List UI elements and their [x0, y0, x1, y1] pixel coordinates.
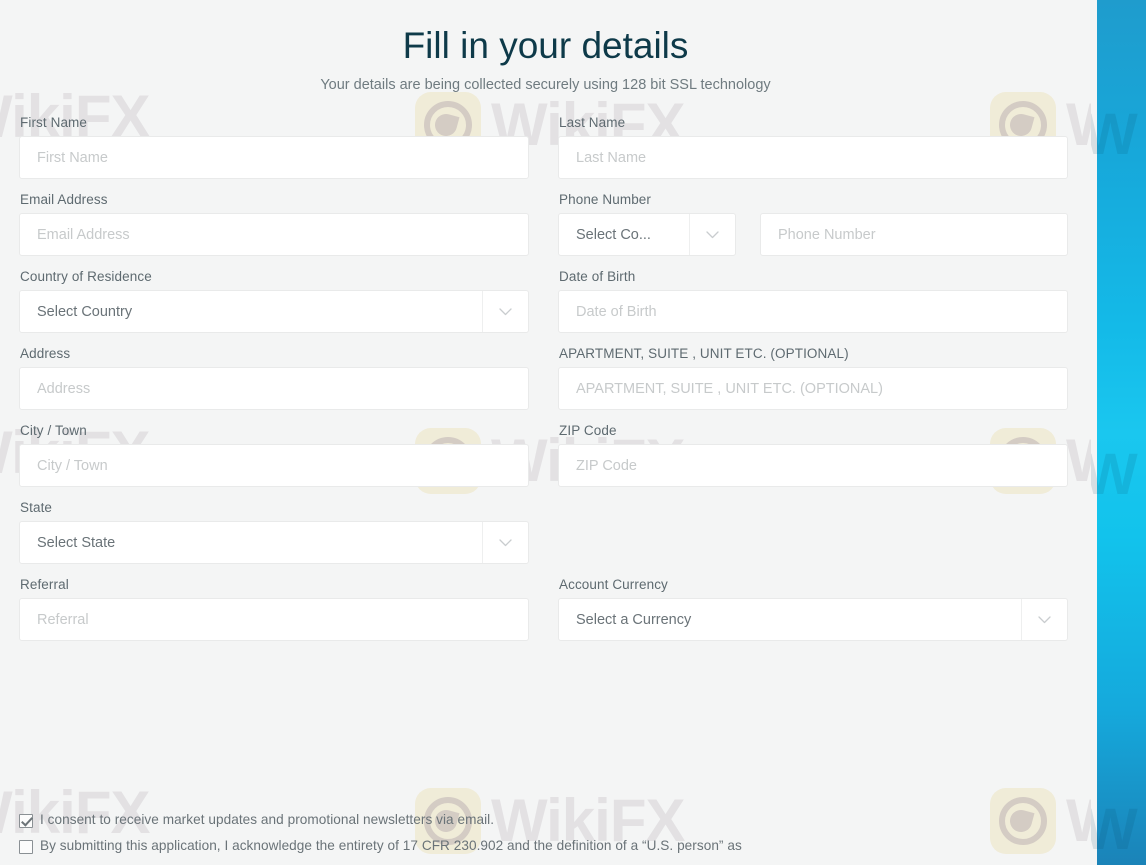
registration-form: First Name First Name Last Name Last Nam…	[0, 115, 1091, 654]
decorative-blue-rail: W W W	[1091, 0, 1146, 865]
label-zip: ZIP Code	[559, 423, 617, 439]
chevron-down-icon[interactable]	[689, 214, 735, 256]
label-address: Address	[20, 346, 71, 362]
us-person-acknowledgement-label: By submitting this application, I acknow…	[40, 837, 742, 853]
label-last-name: Last Name	[559, 115, 626, 131]
label-email: Email Address	[20, 192, 108, 208]
label-referral: Referral	[20, 577, 69, 593]
label-state: State	[20, 500, 53, 516]
label-first-name: First Name	[20, 115, 88, 131]
field-first-name: First Name First Name	[19, 115, 529, 180]
page-header: Fill in your details Your details are be…	[0, 0, 1091, 93]
chevron-down-icon[interactable]	[482, 291, 528, 333]
account-currency-select[interactable]: Select a Currency	[558, 598, 1068, 642]
city-placeholder: City / Town	[37, 457, 108, 474]
last-name-input[interactable]: Last Name	[558, 136, 1068, 180]
field-phone: Phone Number Select Co... Phone Number	[558, 192, 1068, 257]
rail-watermark: W	[1091, 442, 1138, 507]
spacer-cell	[558, 500, 1068, 577]
signup-page: WikiFX WikiFX WikiFX WikiFX WikiFX WikiF…	[0, 0, 1146, 865]
apartment-placeholder: APARTMENT, SUITE , UNIT ETC. (OPTIONAL)	[576, 380, 883, 397]
label-country: Country of Residence	[20, 269, 152, 285]
field-city: City / Town City / Town	[19, 423, 529, 488]
phone-number-input[interactable]: Phone Number	[760, 213, 1068, 257]
country-select-value: Select Country	[37, 303, 133, 320]
field-zip: ZIP Code ZIP Code	[558, 423, 1068, 488]
field-email: Email Address Email Address	[19, 192, 529, 257]
rail-watermark: W	[1091, 797, 1138, 862]
agreement-row-us-person: By submitting this application, I acknow…	[19, 838, 1069, 855]
page-title: Fill in your details	[402, 25, 689, 66]
marketing-consent-label: I consent to receive market updates and …	[40, 812, 495, 827]
chevron-down-icon[interactable]	[482, 522, 528, 564]
referral-placeholder: Referral	[37, 611, 89, 628]
rail-watermark: W	[1091, 102, 1138, 167]
phone-country-code-select[interactable]: Select Co...	[558, 213, 736, 257]
address-placeholder: Address	[37, 380, 91, 397]
agreement-row-marketing: I consent to receive market updates and …	[19, 812, 1069, 829]
form-content: Fill in your details Your details are be…	[0, 0, 1091, 865]
first-name-placeholder: First Name	[37, 149, 108, 166]
first-name-input[interactable]: First Name	[19, 136, 529, 180]
zip-input[interactable]: ZIP Code	[558, 444, 1068, 488]
address-input[interactable]: Address	[19, 367, 529, 411]
field-state: State Select State	[19, 500, 529, 565]
phone-number-placeholder: Phone Number	[778, 226, 876, 243]
field-date-of-birth: Date of Birth Date of Birth	[558, 269, 1068, 334]
chevron-down-icon[interactable]	[1021, 599, 1067, 641]
label-account-currency: Account Currency	[559, 577, 668, 593]
field-apartment: APARTMENT, SUITE , UNIT ETC. (OPTIONAL) …	[558, 346, 1068, 411]
page-subtitle: Your details are being collected securel…	[320, 77, 771, 94]
email-input[interactable]: Email Address	[19, 213, 529, 257]
email-placeholder: Email Address	[37, 226, 130, 243]
label-city: City / Town	[20, 423, 87, 439]
apartment-input[interactable]: APARTMENT, SUITE , UNIT ETC. (OPTIONAL)	[558, 367, 1068, 411]
referral-input[interactable]: Referral	[19, 598, 529, 642]
field-referral: Referral Referral	[19, 577, 529, 642]
phone-country-code-value: Select Co...	[576, 226, 651, 243]
marketing-consent-checkbox[interactable]	[19, 814, 33, 828]
field-address: Address Address	[19, 346, 529, 411]
phone-row: Select Co... Phone Number	[558, 213, 1068, 257]
agreements-section: I consent to receive market updates and …	[19, 812, 1069, 864]
field-last-name: Last Name Last Name	[558, 115, 1068, 180]
field-country: Country of Residence Select Country	[19, 269, 529, 334]
state-select[interactable]: Select State	[19, 521, 529, 565]
date-of-birth-input[interactable]: Date of Birth	[558, 290, 1068, 334]
label-apartment: APARTMENT, SUITE , UNIT ETC. (OPTIONAL)	[559, 346, 849, 362]
us-person-acknowledgement-checkbox[interactable]	[19, 839, 33, 854]
account-currency-value: Select a Currency	[576, 611, 692, 628]
city-input[interactable]: City / Town	[19, 444, 529, 488]
last-name-placeholder: Last Name	[576, 149, 647, 166]
label-date-of-birth: Date of Birth	[559, 269, 636, 285]
country-select[interactable]: Select Country	[19, 290, 529, 334]
date-of-birth-placeholder: Date of Birth	[576, 303, 657, 320]
state-select-value: Select State	[37, 534, 116, 551]
zip-placeholder: ZIP Code	[576, 457, 637, 474]
field-account-currency: Account Currency Select a Currency	[558, 577, 1068, 642]
label-phone: Phone Number	[559, 192, 652, 208]
